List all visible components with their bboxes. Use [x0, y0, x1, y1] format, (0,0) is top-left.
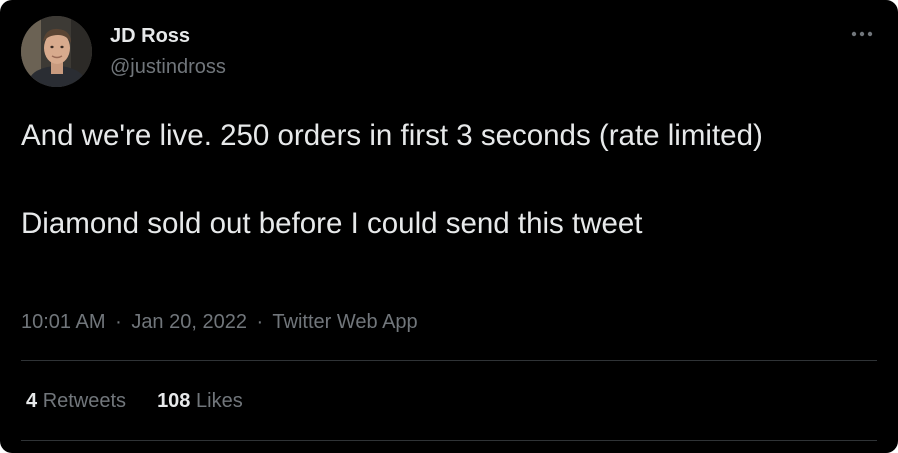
more-options-button[interactable] — [848, 24, 876, 44]
tweet-source-link[interactable]: Twitter Web App — [272, 311, 417, 333]
tweet-paragraph: Diamond sold out before I could send thi… — [21, 207, 643, 240]
meta-separator: · — [256, 311, 264, 333]
profile-photo-icon — [21, 16, 92, 87]
author-handle[interactable]: @justindross — [110, 55, 226, 79]
tweet-text: And we're live. 250 orders in first 3 se… — [21, 114, 851, 246]
avatar[interactable] — [21, 16, 92, 87]
tweet-card: JD Ross @justindross And we're live. 250… — [0, 0, 898, 453]
tweet-paragraph: And we're live. 250 orders in first 3 se… — [21, 119, 763, 152]
retweets-stat[interactable]: 4 Retweets — [26, 388, 126, 414]
divider — [21, 360, 877, 361]
likes-label: Likes — [196, 390, 243, 412]
author-display-name[interactable]: JD Ross — [110, 24, 190, 48]
tweet-stats: 4 Retweets 108 Likes — [26, 388, 243, 414]
retweets-label: Retweets — [42, 390, 127, 412]
likes-stat[interactable]: 108 Likes — [157, 388, 243, 414]
more-horizontal-icon — [851, 31, 873, 37]
tweet-date[interactable]: Jan 20, 2022 — [131, 311, 247, 333]
divider — [21, 440, 877, 441]
retweets-count: 4 — [26, 390, 38, 412]
tweet-time[interactable]: 10:01 AM — [21, 311, 106, 333]
meta-separator: · — [115, 311, 122, 333]
tweet-meta: 10:01 AM · Jan 20, 2022 · Twitter Web Ap… — [21, 309, 418, 335]
likes-count: 108 — [157, 390, 191, 412]
